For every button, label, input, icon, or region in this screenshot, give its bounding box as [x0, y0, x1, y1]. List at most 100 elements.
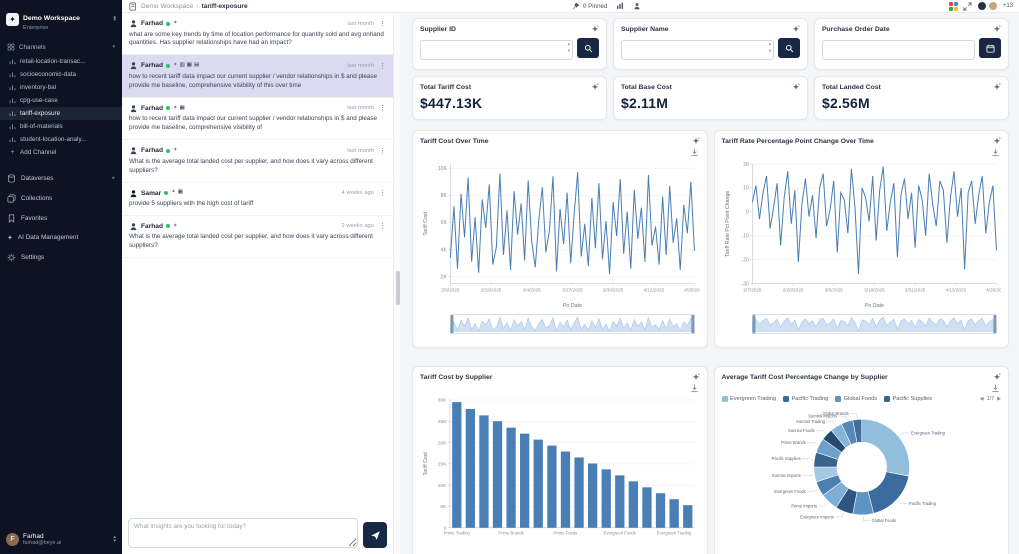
tariff-rate-brush[interactable]	[722, 314, 1002, 335]
supplier-name-search-button[interactable]	[778, 38, 800, 58]
stepper-icon[interactable]: ▴ ▾	[769, 41, 771, 54]
svg-text:Evergreen Trading: Evergreen Trading	[911, 430, 946, 435]
sidebar-channel-item[interactable]: tariff-exposure	[0, 107, 122, 120]
svg-text:2/19/2025: 2/19/2025	[481, 288, 502, 293]
sidebar-channel-item[interactable]: bill-of-materials	[0, 120, 122, 133]
kebab-menu-icon[interactable]: ⋮	[377, 62, 386, 70]
svg-text:2/7/2025: 2/7/2025	[743, 288, 761, 293]
date-picker-button[interactable]	[979, 38, 1001, 58]
svg-text:Global Foods: Global Foods	[871, 518, 895, 523]
kebab-menu-icon[interactable]: ⋮	[377, 189, 386, 197]
apps-grid-icon[interactable]	[948, 1, 958, 11]
message-author: Farhad	[141, 104, 163, 112]
sidebar-channel-item[interactable]: socioeconomic-data	[0, 68, 122, 81]
expand-icon[interactable]	[963, 1, 972, 11]
workspace-switch-icon[interactable]: ▴ ▾	[113, 14, 116, 23]
kebab-menu-icon[interactable]: ⋮	[377, 104, 386, 112]
message-item[interactable]: Farhad ✦ ▦ last month ⋮ how to recent tar…	[122, 98, 393, 141]
channels-section-header[interactable]: Channels ▾	[0, 39, 122, 55]
send-button[interactable]	[363, 522, 387, 548]
avatar[interactable]	[976, 1, 987, 11]
scrollbar-thumb[interactable]	[395, 271, 400, 305]
ai-sparkle-icon[interactable]	[993, 373, 1001, 381]
notebook-icon[interactable]	[128, 2, 137, 11]
purchase-order-date-input[interactable]	[822, 39, 975, 60]
filter-label: Purchase Order Date	[822, 25, 890, 33]
svg-text:3/4/2025: 3/4/2025	[523, 288, 541, 293]
message-item[interactable]: Samar ✦ ▦ 4 weeks ago ⋮ provide 5 supplie…	[122, 183, 393, 216]
svg-text:4/26/2025: 4/26/2025	[986, 288, 1001, 293]
svg-text:-10: -10	[741, 233, 748, 239]
workspace-tier: Enterprise	[23, 25, 49, 31]
sidebar-item-collections[interactable]: Collections	[0, 188, 122, 208]
chevron-right-icon: ▸	[112, 175, 115, 181]
svg-text:3/17/2025: 3/17/2025	[562, 288, 583, 293]
kebab-menu-icon[interactable]: ⋮	[377, 147, 386, 155]
person-icon[interactable]	[633, 2, 641, 10]
legend-swatch	[835, 396, 842, 402]
composer-input[interactable]	[128, 518, 358, 548]
tariff-cost-brush[interactable]	[420, 314, 700, 335]
download-icon[interactable]	[690, 384, 699, 393]
avatar-overflow-badge[interactable]: +13	[1003, 3, 1013, 9]
legend-item[interactable]: Global Foods	[835, 396, 877, 402]
supplier-id-search-button[interactable]	[577, 38, 599, 58]
chat-scrollbar[interactable]	[393, 13, 400, 554]
supplier-id-input[interactable]	[420, 39, 573, 60]
chevron-down-icon[interactable]: ▾	[112, 44, 115, 50]
svg-text:Prime Imports: Prime Imports	[791, 504, 817, 509]
kpi-value: $2.11M	[621, 95, 669, 111]
download-icon[interactable]	[690, 148, 699, 157]
kebab-menu-icon[interactable]: ⋮	[377, 20, 386, 28]
legend-prev-icon[interactable]: ◀	[980, 396, 984, 402]
sidebar-channel-item[interactable]: retail-location-transac...	[0, 55, 122, 68]
legend-item[interactable]: Pacific Supplies	[884, 396, 932, 402]
channel-label: bill-of-materials	[20, 123, 63, 130]
message-author: Farhad	[141, 62, 163, 70]
legend-next-icon[interactable]: ▶	[997, 396, 1001, 402]
breadcrumb-workspace[interactable]: Demo Workspace	[141, 3, 193, 10]
download-icon[interactable]	[991, 384, 1000, 393]
message-item[interactable]: Farhad ✦ last month ⋮ what are some key …	[122, 13, 393, 56]
stepper-icon[interactable]: ▴ ▾	[568, 41, 570, 54]
pin-icon[interactable]	[572, 2, 580, 10]
ai-sparkle-icon[interactable]	[591, 83, 599, 91]
channel-label: cpg-use-case	[20, 97, 58, 104]
sidebar-item-ai-data-management[interactable]: ✦ AI Data Management	[0, 228, 122, 247]
message-item[interactable]: Farhad ✦ last month ⋮ What is the averag…	[122, 140, 393, 183]
avatar[interactable]	[987, 1, 998, 11]
sidebar-item-dataverses[interactable]: Dataverses ▸	[0, 168, 122, 188]
ai-sparkle-icon[interactable]	[792, 25, 800, 33]
sidebar-item-settings[interactable]: Settings	[0, 247, 122, 267]
download-icon[interactable]	[991, 148, 1000, 157]
user-profile[interactable]: F Farhad farhad@beye.ai ▴ ▾	[0, 529, 122, 550]
ai-sparkle-icon[interactable]	[792, 83, 800, 91]
ai-sparkle-icon[interactable]	[993, 83, 1001, 91]
legend-item[interactable]: Evergreen Trading	[721, 396, 776, 402]
add-channel-button[interactable]: + Add Channel	[0, 146, 122, 159]
sidebar-channel-item[interactable]: inventory-bal	[0, 81, 122, 94]
channel-icon	[9, 123, 16, 130]
sidebar-channel-item[interactable]: student-location-analy...	[0, 133, 122, 146]
message-item[interactable]: Farhad ✦ ▥ ▦ ▤ last month ⋮ how to recent t…	[122, 55, 393, 98]
chart-icon[interactable]	[616, 2, 624, 10]
add-channel-label: Add Channel	[20, 149, 57, 156]
svg-text:Evergreen Imports: Evergreen Imports	[800, 514, 834, 519]
pinned-count-label[interactable]: 0 Pinned	[583, 3, 607, 10]
message-item[interactable]: Farhad ✦ 2 weeks ago ⋮ What is the avera…	[122, 216, 393, 259]
kebab-menu-icon[interactable]: ⋮	[377, 222, 386, 230]
sidebar-channel-item[interactable]: cpg-use-case	[0, 94, 122, 107]
sparkle-badge-icon: ✦	[172, 62, 178, 69]
ai-sparkle-icon[interactable]	[591, 25, 599, 33]
legend-item[interactable]: Pacific Trading	[783, 396, 828, 402]
sidebar-item-favorites[interactable]: Favorites	[0, 208, 122, 228]
breadcrumb-channel[interactable]: tariff-exposure	[201, 3, 247, 10]
workspace-switcher[interactable]: ✦ Demo Workspace Enterprise ▴ ▾	[0, 5, 122, 39]
ai-sparkle-icon[interactable]	[692, 137, 700, 145]
ai-sparkle-icon[interactable]	[692, 373, 700, 381]
svg-text:Summit Trading: Summit Trading	[796, 419, 825, 424]
user-menu-icon[interactable]: ▴ ▾	[113, 535, 116, 543]
supplier-name-input[interactable]	[621, 39, 774, 60]
ai-sparkle-icon[interactable]	[993, 137, 1001, 145]
ai-sparkle-icon[interactable]	[993, 25, 1001, 33]
